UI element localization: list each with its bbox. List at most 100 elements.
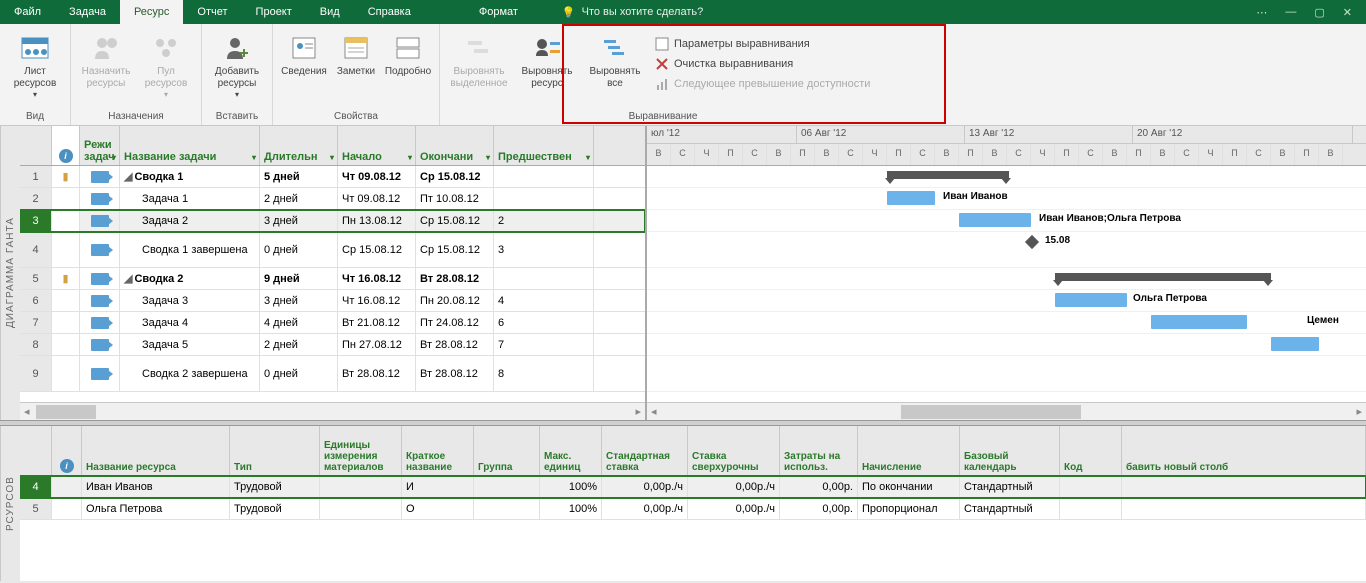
menu-resource[interactable]: Ресурс xyxy=(120,0,183,24)
duration-cell[interactable]: 4 дней xyxy=(260,312,338,333)
res-unit-cell[interactable] xyxy=(320,476,402,497)
row-number[interactable]: 8 xyxy=(20,334,52,355)
details-button[interactable]: Подробно xyxy=(383,30,433,80)
leveling-options-button[interactable]: Параметры выравнивания xyxy=(654,36,876,52)
pred-cell[interactable]: 2 xyxy=(494,210,594,231)
pred-cell[interactable]: 4 xyxy=(494,290,594,311)
res-name-cell[interactable]: Иван Иванов xyxy=(82,476,230,497)
gantt-chart[interactable]: юл '1206 Авг '1213 Авг '1220 Авг '12 ВСЧ… xyxy=(647,126,1366,420)
col-end[interactable]: Окончани▾ xyxy=(416,126,494,165)
pred-cell[interactable] xyxy=(494,188,594,209)
col-start[interactable]: Начало▾ xyxy=(338,126,416,165)
task-mode-cell[interactable] xyxy=(80,334,120,355)
col-predecessors[interactable]: Предшествен▾ xyxy=(494,126,594,165)
start-cell[interactable]: Чт 09.08.12 xyxy=(338,188,416,209)
col-duration[interactable]: Длительн▾ xyxy=(260,126,338,165)
menu-format[interactable]: Формат xyxy=(465,0,532,24)
start-cell[interactable]: Вт 21.08.12 xyxy=(338,312,416,333)
res-cost-cell[interactable]: 0,00р. xyxy=(780,476,858,497)
res-add-cell[interactable] xyxy=(1122,498,1366,519)
res-accrue-cell[interactable]: Пропорционал xyxy=(858,498,960,519)
row-number[interactable]: 9 xyxy=(20,356,52,391)
task-mode-cell[interactable] xyxy=(80,166,120,187)
start-cell[interactable]: Чт 16.08.12 xyxy=(338,290,416,311)
res-col-accrue[interactable]: Начисление xyxy=(858,426,960,475)
resource-row[interactable]: 5 Ольга Петрова Трудовой О 100% 0,00р./ч… xyxy=(20,498,1366,520)
end-cell[interactable]: Ср 15.08.12 xyxy=(416,166,494,187)
res-short-cell[interactable]: И xyxy=(402,476,474,497)
end-cell[interactable]: Пт 24.08.12 xyxy=(416,312,494,333)
task-row[interactable]: 6 Задача 3 3 дней Чт 16.08.12 Пн 20.08.1… xyxy=(20,290,645,312)
res-col-add[interactable]: бавить новый столб xyxy=(1122,426,1366,475)
row-number[interactable]: 5 xyxy=(20,268,52,289)
row-number[interactable]: 2 xyxy=(20,188,52,209)
start-cell[interactable]: Ср 15.08.12 xyxy=(338,232,416,267)
menu-report[interactable]: Отчет xyxy=(183,0,241,24)
res-add-cell[interactable] xyxy=(1122,476,1366,497)
notes-button[interactable]: Заметки xyxy=(331,30,381,80)
gantt-milestone[interactable] xyxy=(1025,235,1039,249)
gantt-summary-bar[interactable] xyxy=(1055,273,1271,281)
res-accrue-cell[interactable]: По окончании xyxy=(858,476,960,497)
res-col-ot[interactable]: Ставка сверхурочны xyxy=(688,426,780,475)
close-icon[interactable]: ✕ xyxy=(1343,6,1352,19)
end-cell[interactable]: Ср 15.08.12 xyxy=(416,210,494,231)
task-mode-cell[interactable] xyxy=(80,290,120,311)
menu-view[interactable]: Вид xyxy=(306,0,354,24)
task-hscroll[interactable]: ◂ ▸ xyxy=(20,402,645,420)
res-type-cell[interactable]: Трудовой xyxy=(230,498,320,519)
pred-cell[interactable]: 7 xyxy=(494,334,594,355)
add-resources-button[interactable]: Добавить ресурсы ▾ xyxy=(208,30,266,101)
task-mode-cell[interactable] xyxy=(80,232,120,267)
task-row[interactable]: 8 Задача 5 2 дней Пн 27.08.12 Вт 28.08.1… xyxy=(20,334,645,356)
gantt-summary-bar[interactable] xyxy=(887,171,1009,179)
end-cell[interactable]: Вт 28.08.12 xyxy=(416,334,494,355)
task-name-cell[interactable]: Задача 4 xyxy=(120,312,260,333)
pred-cell[interactable]: 8 xyxy=(494,356,594,391)
pred-cell[interactable] xyxy=(494,268,594,289)
end-cell[interactable]: Вт 28.08.12 xyxy=(416,356,494,391)
res-name-cell[interactable]: Ольга Петрова xyxy=(82,498,230,519)
gantt-bar[interactable] xyxy=(1151,315,1247,329)
duration-cell[interactable]: 5 дней xyxy=(260,166,338,187)
res-group-cell[interactable] xyxy=(474,498,540,519)
col-mode[interactable]: Режи задач▾ xyxy=(80,126,120,165)
ribbon-options-icon[interactable]: ⋯ xyxy=(1256,6,1267,19)
res-code-cell[interactable] xyxy=(1060,498,1122,519)
duration-cell[interactable]: 9 дней xyxy=(260,268,338,289)
res-corner[interactable] xyxy=(20,426,52,475)
task-mode-cell[interactable] xyxy=(80,268,120,289)
menu-task[interactable]: Задача xyxy=(55,0,120,24)
task-mode-cell[interactable] xyxy=(80,188,120,209)
row-number[interactable]: 4 xyxy=(20,232,52,267)
res-col-cal[interactable]: Базовый календарь xyxy=(960,426,1060,475)
tell-me[interactable]: 💡 Что вы хотите сделать? xyxy=(562,6,703,19)
task-row[interactable]: 4 Сводка 1 завершена 0 дней Ср 15.08.12 … xyxy=(20,232,645,268)
col-indicators[interactable]: i xyxy=(52,126,80,165)
resource-row[interactable]: 4 Иван Иванов Трудовой И 100% 0,00р./ч 0… xyxy=(20,476,1366,498)
row-number[interactable]: 7 xyxy=(20,312,52,333)
res-col-code[interactable]: Код xyxy=(1060,426,1122,475)
res-max-cell[interactable]: 100% xyxy=(540,476,602,497)
gantt-bar[interactable] xyxy=(1271,337,1319,351)
res-cal-cell[interactable]: Стандартный xyxy=(960,476,1060,497)
row-number[interactable]: 3 xyxy=(20,210,52,231)
task-mode-cell[interactable] xyxy=(80,356,120,391)
res-col-max[interactable]: Макс. единиц xyxy=(540,426,602,475)
task-name-cell[interactable]: Сводка 2 завершена xyxy=(120,356,260,391)
pred-cell[interactable] xyxy=(494,166,594,187)
select-all-corner[interactable] xyxy=(20,126,52,165)
res-ot-cell[interactable]: 0,00р./ч xyxy=(688,476,780,497)
task-name-cell[interactable]: Задача 1 xyxy=(120,188,260,209)
duration-cell[interactable]: 0 дней xyxy=(260,356,338,391)
duration-cell[interactable]: 2 дней xyxy=(260,188,338,209)
pred-cell[interactable]: 3 xyxy=(494,232,594,267)
menu-project[interactable]: Проект xyxy=(242,0,306,24)
start-cell[interactable]: Вт 28.08.12 xyxy=(338,356,416,391)
row-number[interactable]: 5 xyxy=(20,498,52,519)
res-col-short[interactable]: Краткое название xyxy=(402,426,474,475)
level-all-button[interactable]: Выровнять все xyxy=(582,30,648,92)
res-col-unit[interactable]: Единицы измерения материалов xyxy=(320,426,402,475)
task-row[interactable]: 3 Задача 2 3 дней Пн 13.08.12 Ср 15.08.1… xyxy=(20,210,645,232)
menu-help[interactable]: Справка xyxy=(354,0,425,24)
